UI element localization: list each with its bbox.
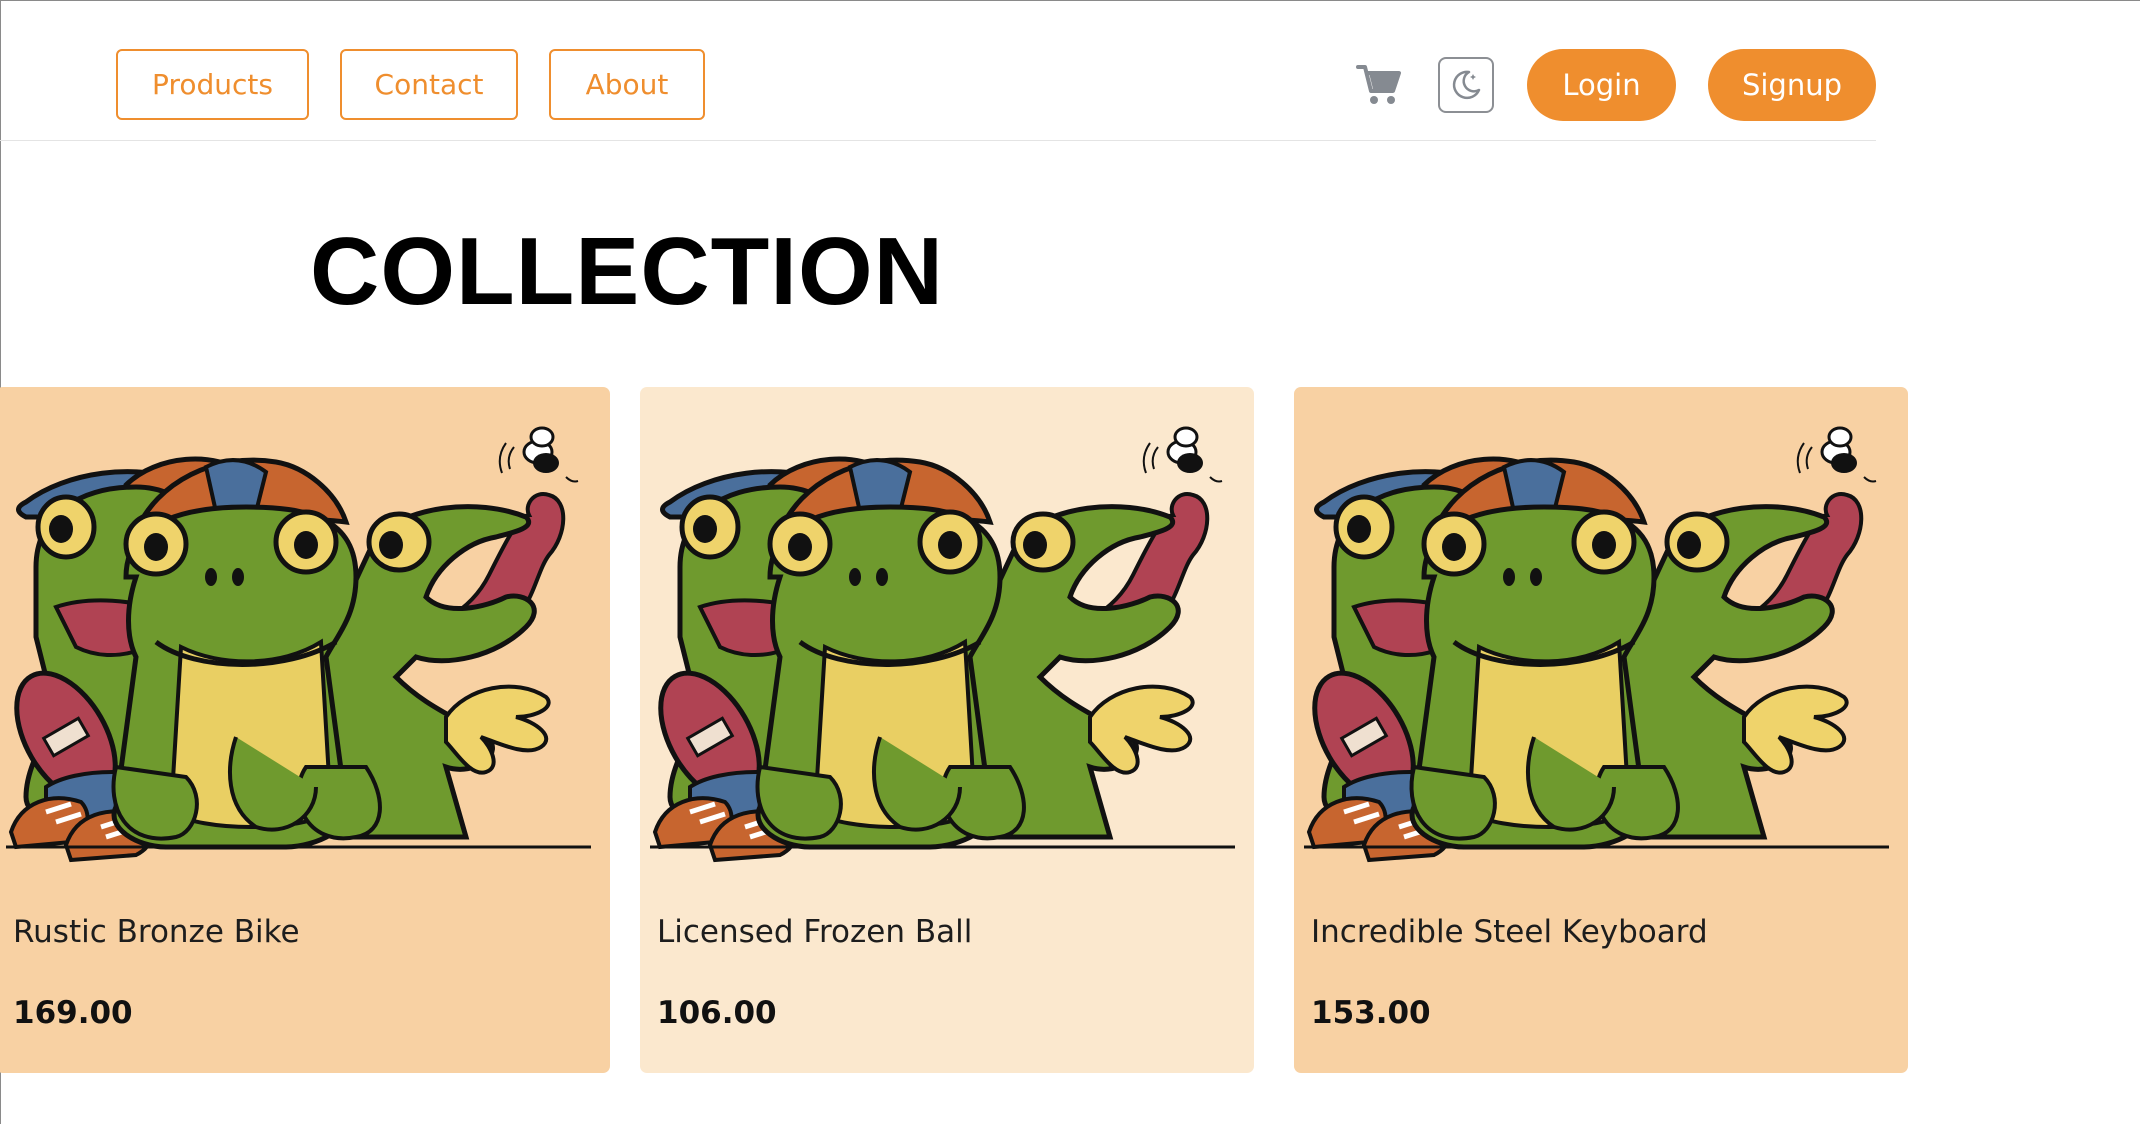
product-card[interactable]: Incredible Steel Keyboard 153.00 [1294, 387, 1908, 1073]
signup-button[interactable]: Signup [1708, 49, 1876, 121]
theme-toggle-button[interactable] [1438, 57, 1494, 113]
nav-link-about[interactable]: About [549, 49, 705, 120]
fly-icon [498, 426, 579, 483]
nav-link-products[interactable]: Products [116, 49, 309, 120]
shopping-cart-icon[interactable] [1356, 62, 1402, 108]
fly-icon [1142, 426, 1223, 483]
nav-link-contact[interactable]: Contact [340, 49, 518, 120]
product-card[interactable]: Licensed Frozen Ball 106.00 [640, 387, 1254, 1073]
fly-icon [1796, 426, 1877, 483]
product-name: Incredible Steel Keyboard [1311, 914, 1708, 950]
product-name: Licensed Frozen Ball [657, 914, 973, 950]
product-price: 106.00 [657, 995, 777, 1031]
page-title: COLLECTION [310, 218, 944, 325]
product-card[interactable]: Rustic Bronze Bike 169.00 [0, 387, 610, 1073]
product-image [1304, 407, 1889, 867]
moon-icon [1452, 70, 1481, 100]
login-button[interactable]: Login [1527, 49, 1676, 121]
product-image [650, 407, 1235, 867]
product-image [6, 407, 591, 867]
product-name: Rustic Bronze Bike [13, 914, 300, 950]
navbar: Products Contact About Login Signup [0, 0, 1876, 141]
product-price: 169.00 [13, 995, 133, 1031]
product-price: 153.00 [1311, 995, 1431, 1031]
